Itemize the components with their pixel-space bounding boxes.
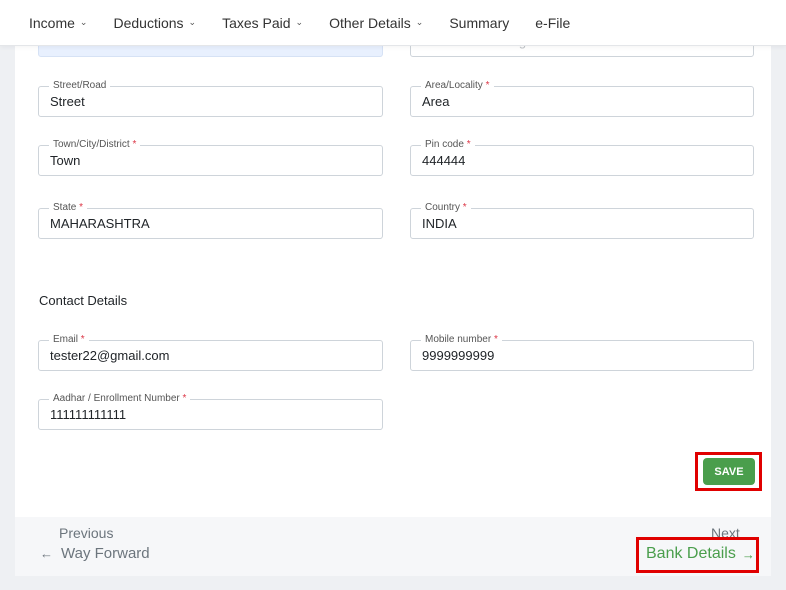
pin-field[interactable]: Pin code * 444444 (410, 138, 754, 176)
aadhar-label: Aadhar / Enrollment Number (53, 393, 180, 404)
pin-value: 444444 (422, 153, 466, 168)
arrow-left-icon: ← (40, 546, 53, 561)
mobile-value: 9999999999 (422, 348, 495, 363)
area-label: Area/Locality (425, 80, 483, 91)
top-nav: Income ⌄ Deductions ⌄ Taxes Paid ⌄ Other… (0, 0, 786, 46)
state-value: MAHARASHTRA (50, 216, 150, 231)
state-label-wrap: State * (49, 201, 88, 215)
chevron-down-icon: ⌄ (295, 17, 304, 27)
previous-link-text: Way Forward (61, 545, 150, 562)
email-value: tester22@gmail.com (50, 348, 170, 363)
next-link-text: Bank Details (646, 545, 736, 562)
country-value: INDIA (422, 216, 457, 231)
aadhar-label-wrap: Aadhar / Enrollment Number * (49, 392, 191, 406)
required-mark: * (79, 202, 84, 213)
contact-details-heading: Contact Details (39, 293, 128, 308)
aadhar-value: 111111111111 (50, 407, 127, 422)
area-label-wrap: Area/Locality * (421, 79, 494, 93)
nav-income[interactable]: Income ⌄ (29, 15, 87, 31)
town-label: Town/City/District (53, 139, 130, 150)
mobile-label: Mobile number (425, 334, 492, 345)
required-mark: * (80, 334, 85, 345)
country-field[interactable]: Country * INDIA (410, 201, 754, 239)
nav-other-details-label: Other Details (329, 14, 411, 31)
pin-label-wrap: Pin code * (421, 138, 475, 152)
previous-label: Previous (59, 525, 114, 541)
town-field[interactable]: Town/City/District * Town (38, 138, 383, 176)
arrow-right-icon: → (741, 546, 755, 562)
nav-summary-label: Summary (449, 14, 510, 31)
email-label: Email (53, 334, 79, 345)
required-mark: * (462, 202, 467, 213)
previous-link[interactable]: ← Way Forward (40, 545, 150, 562)
chevron-down-icon: ⌄ (188, 17, 197, 27)
required-mark: * (485, 80, 490, 91)
nav-efile[interactable]: e-File (535, 15, 570, 31)
town-value: Town (50, 153, 81, 168)
nav-deductions-label: Deductions (113, 14, 184, 31)
required-mark: * (182, 393, 187, 404)
street-field[interactable]: Street/Road Street (38, 79, 383, 117)
chevron-down-icon: ⌄ (415, 17, 424, 27)
state-label: State (53, 202, 77, 213)
nav-summary[interactable]: Summary (449, 15, 509, 31)
required-mark: * (132, 139, 137, 150)
email-label-wrap: Email * (49, 333, 89, 347)
street-value: Street (50, 94, 85, 109)
save-button[interactable]: SAVE (703, 458, 755, 485)
country-label: Country (425, 202, 461, 213)
nav-other-details[interactable]: Other Details ⌄ (329, 15, 423, 31)
nav-efile-label: e-File (535, 14, 571, 31)
email-field[interactable]: Email * tester22@gmail.com (38, 333, 383, 371)
next-link[interactable]: Bank Details → (646, 545, 755, 563)
town-label-wrap: Town/City/District * (49, 138, 141, 152)
mobile-label-wrap: Mobile number * (421, 333, 502, 347)
nav-deductions[interactable]: Deductions ⌄ (113, 15, 196, 31)
country-label-wrap: Country * (421, 201, 471, 215)
nav-income-label: Income (29, 14, 75, 31)
chevron-down-icon: ⌄ (79, 17, 88, 27)
required-mark: * (466, 139, 471, 150)
nav-taxes-paid[interactable]: Taxes Paid ⌄ (222, 15, 303, 31)
mobile-field[interactable]: Mobile number * 9999999999 (410, 333, 754, 371)
required-mark: * (493, 334, 498, 345)
area-value: Area (422, 94, 450, 109)
aadhar-field[interactable]: Aadhar / Enrollment Number * 11111111111… (38, 392, 383, 430)
street-label: Street/Road (49, 79, 111, 93)
area-field[interactable]: Area/Locality * Area (410, 79, 754, 117)
nav-taxes-paid-label: Taxes Paid (222, 14, 291, 31)
pin-label: Pin code (425, 139, 464, 150)
state-field[interactable]: State * MAHARASHTRA (38, 201, 383, 239)
